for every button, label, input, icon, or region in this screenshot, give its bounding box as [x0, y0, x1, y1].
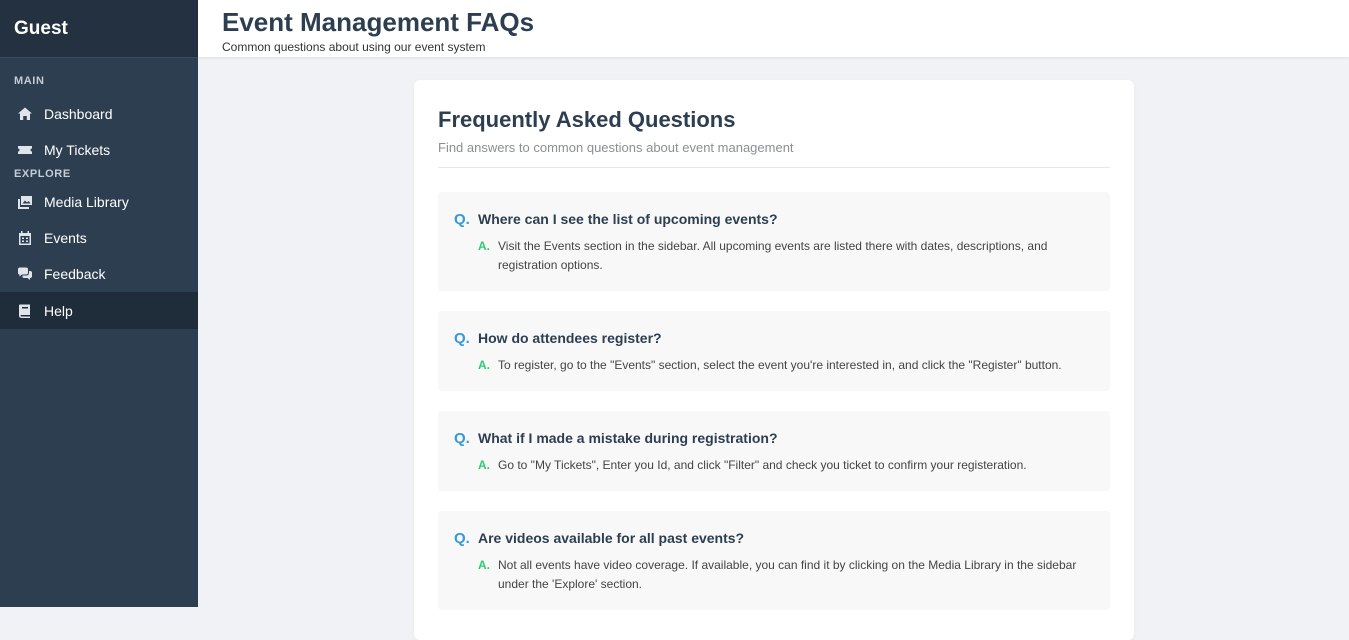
faq-item: Q. Are videos available for all past eve…: [438, 511, 1110, 610]
answer-marker: A.: [478, 558, 490, 572]
faq-question: Q. How do attendees register?: [454, 330, 1094, 347]
question-text: Are videos available for all past events…: [478, 530, 745, 546]
answer-marker: A.: [478, 358, 490, 372]
top-header: Event Management FAQs Common questions a…: [198, 0, 1349, 57]
sidebar-item-label: Dashboard: [44, 106, 113, 122]
sidebar-item-help[interactable]: Help: [0, 292, 198, 329]
faq-answer: A. Go to "My Tickets", Enter you Id, and…: [454, 456, 1094, 475]
sidebar-header: Guest: [0, 0, 198, 58]
faq-subtitle: Find answers to common questions about e…: [438, 140, 794, 155]
answer-text: Go to "My Tickets", Enter you Id, and cl…: [498, 458, 1027, 472]
book-icon: [16, 302, 34, 320]
question-text: How do attendees register?: [478, 330, 662, 346]
faq-item: Q. Where can I see the list of upcoming …: [438, 192, 1110, 291]
sidebar-item-label: Help: [44, 302, 73, 319]
main-nav: Dashboard My Tickets: [0, 96, 198, 168]
faq-title: Frequently Asked Questions: [438, 107, 736, 132]
explore-nav: Media Library Events Feedback Help: [0, 184, 198, 329]
comments-icon: [16, 265, 34, 283]
sidebar-item-events[interactable]: Events: [0, 220, 198, 256]
faq-question: Q. Are videos available for all past eve…: [454, 530, 1094, 547]
faq-item: Q. What if I made a mistake during regis…: [438, 411, 1110, 491]
section-label-explore: EXPLORE: [14, 168, 71, 180]
question-marker: Q.: [454, 430, 470, 447]
question-marker: Q.: [454, 211, 470, 228]
sidebar-item-label: Media Library: [44, 194, 129, 210]
section-label-main: MAIN: [14, 75, 45, 87]
page-subtitle: Common questions about using our event s…: [222, 40, 486, 54]
faq-question: Q. What if I made a mistake during regis…: [454, 430, 1094, 447]
calendar-icon: [16, 229, 34, 247]
divider: [438, 167, 1110, 168]
faq-card: Frequently Asked Questions Find answers …: [414, 80, 1134, 640]
question-text: What if I made a mistake during registra…: [478, 430, 778, 446]
user-name: Guest: [14, 17, 68, 39]
question-marker: Q.: [454, 530, 470, 547]
sidebar-item-label: Events: [44, 230, 87, 246]
sidebar-item-label: My Tickets: [44, 142, 111, 158]
sidebar-item-label: Feedback: [44, 266, 106, 282]
answer-marker: A.: [478, 458, 490, 472]
sidebar-item-dashboard[interactable]: Dashboard: [0, 96, 198, 132]
ticket-icon: [16, 141, 34, 159]
answer-marker: A.: [478, 239, 490, 253]
question-marker: Q.: [454, 330, 470, 347]
answer-text: Not all events have video coverage. If a…: [498, 558, 1077, 591]
sidebar: Guest MAIN Dashboard My Tickets EXPLORE …: [0, 0, 198, 607]
sidebar-item-my-tickets[interactable]: My Tickets: [0, 132, 198, 168]
answer-text: To register, go to the "Events" section,…: [498, 358, 1062, 372]
home-icon: [16, 105, 34, 123]
faq-answer: A. Visit the Events section in the sideb…: [454, 237, 1094, 275]
sidebar-item-feedback[interactable]: Feedback: [0, 256, 198, 292]
faq-item: Q. How do attendees register? A. To regi…: [438, 311, 1110, 391]
images-icon: [16, 193, 34, 211]
answer-text: Visit the Events section in the sidebar.…: [498, 239, 1048, 272]
faq-answer: A. Not all events have video coverage. I…: [454, 556, 1094, 594]
page-title: Event Management FAQs: [222, 7, 535, 37]
faq-answer: A. To register, go to the "Events" secti…: [454, 356, 1094, 375]
sidebar-item-media-library[interactable]: Media Library: [0, 184, 198, 220]
faq-question: Q. Where can I see the list of upcoming …: [454, 211, 1094, 228]
faq-list: Q. Where can I see the list of upcoming …: [438, 192, 1110, 610]
question-text: Where can I see the list of upcoming eve…: [478, 211, 778, 227]
